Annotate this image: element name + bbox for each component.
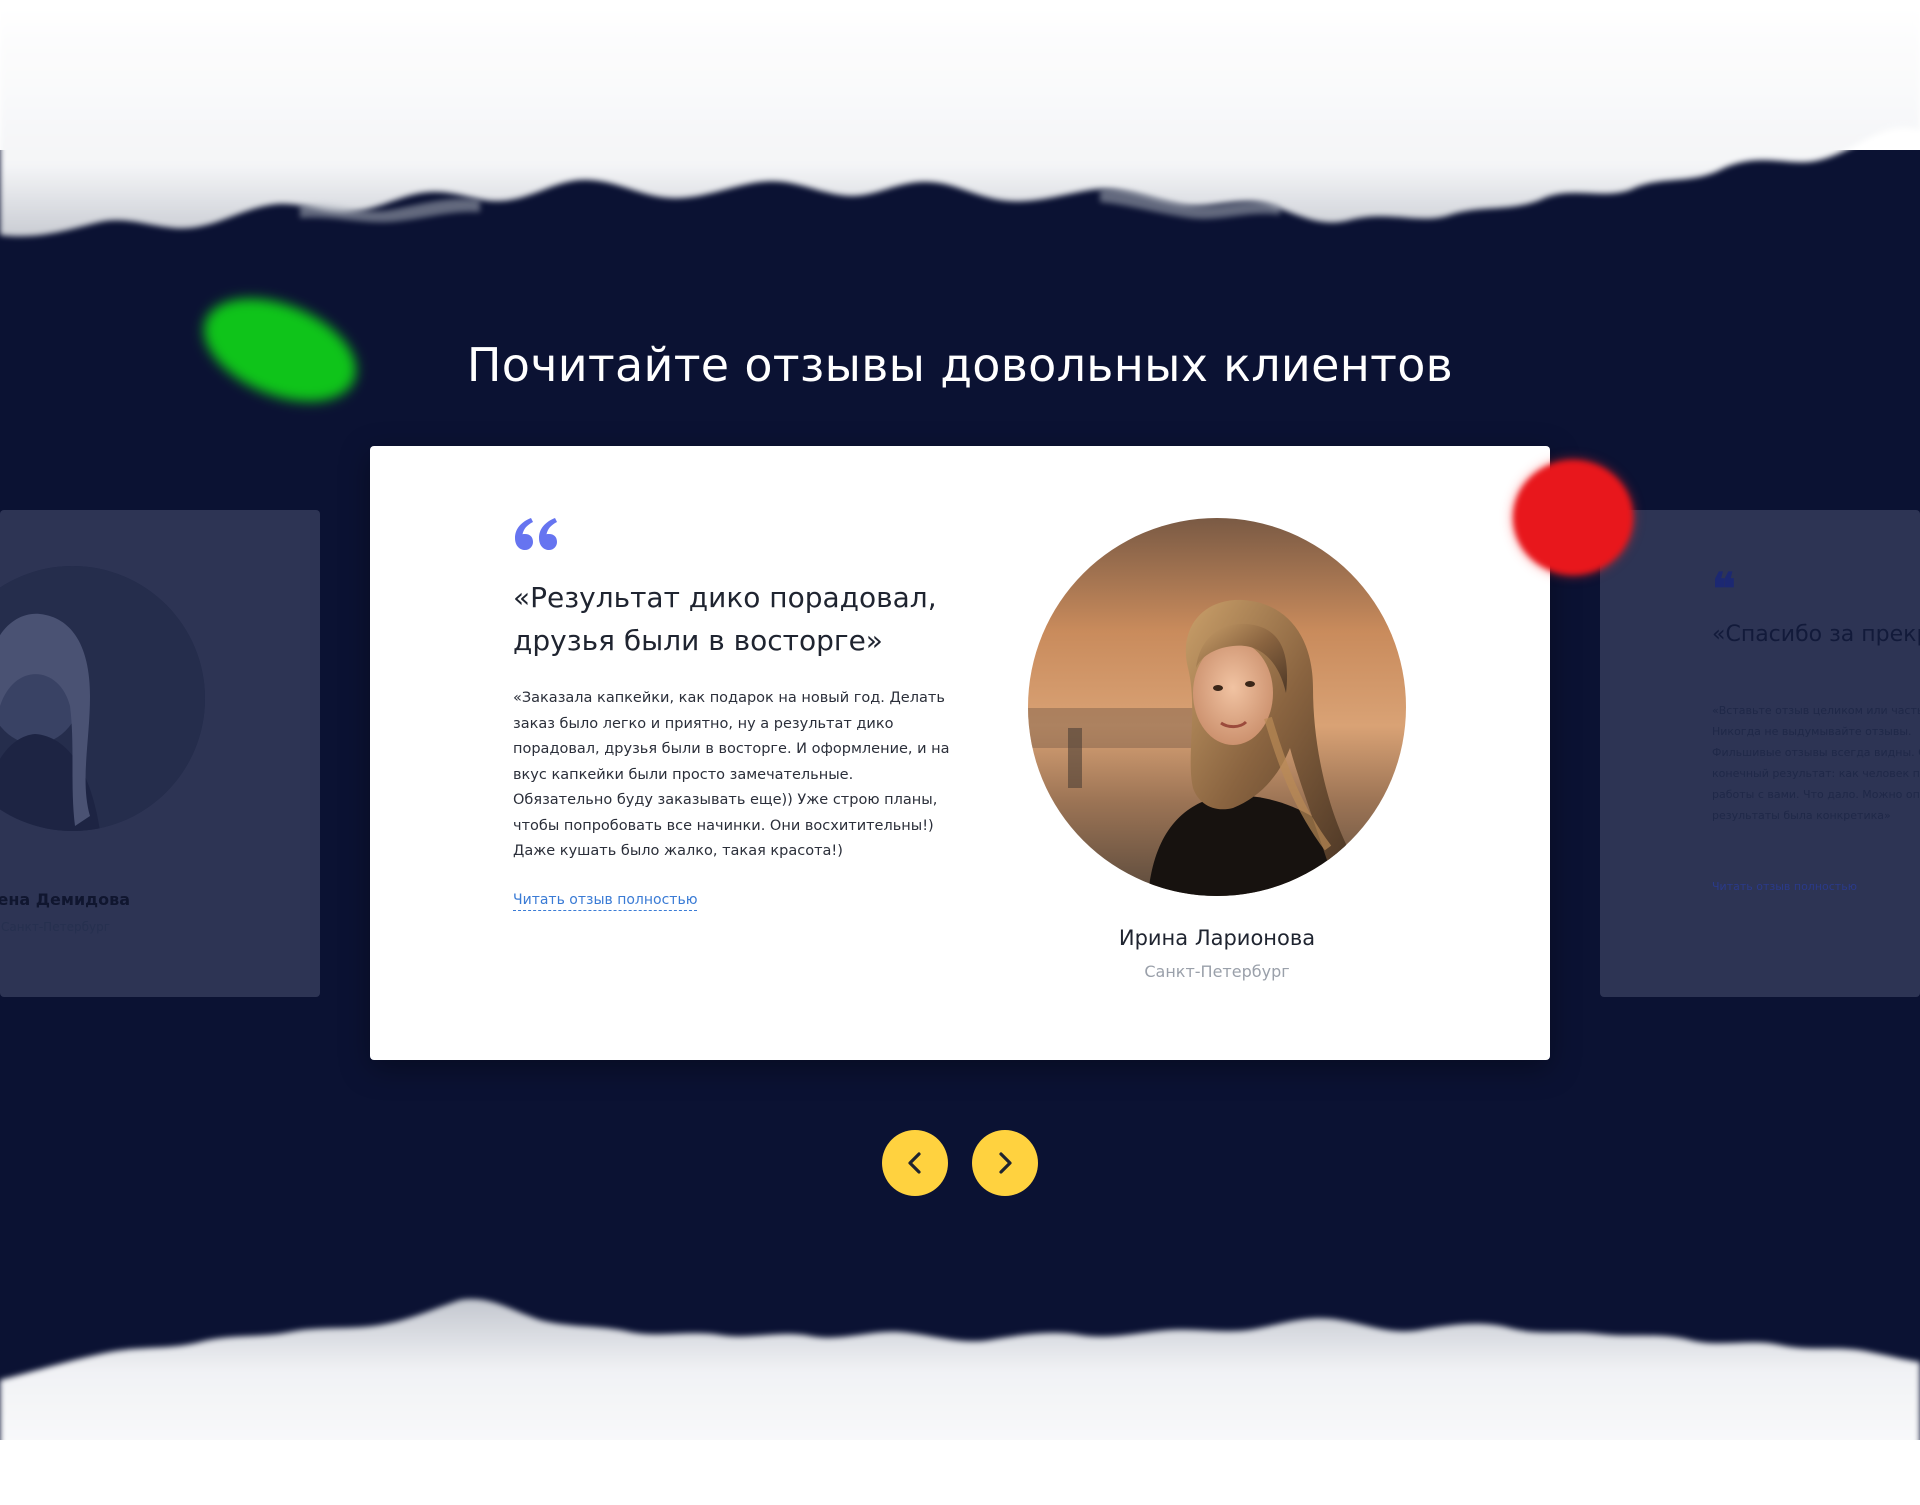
review-text: «Заказала капкейки, как подарок на новый… bbox=[513, 690, 950, 859]
review-heading: «Результат дико порадовал, друзья были в… bbox=[513, 581, 937, 657]
review-card-active: «Результат дико порадовал, друзья были в… bbox=[370, 446, 1550, 1060]
read-more-link-next[interactable]: Читать отзыв полностью bbox=[1712, 880, 1857, 893]
review-heading-next: «Спасибо за прекрасные капкейки, все на bbox=[1712, 622, 1920, 647]
prev-slide-button[interactable] bbox=[882, 1130, 948, 1196]
reviewer-name-previous: Елена Демидова bbox=[0, 890, 130, 909]
cloud-edge-top bbox=[0, 0, 1920, 237]
read-more-link[interactable]: Читать отзыв полностью bbox=[513, 892, 698, 911]
avatar-previous bbox=[0, 566, 205, 831]
quote-icon: ❝ bbox=[1712, 564, 1736, 615]
review-card-next[interactable]: ❝ «Спасибо за прекрасные капкейки, все н… bbox=[1600, 510, 1920, 997]
quote-icon bbox=[515, 518, 557, 550]
cloud-edge-bottom bbox=[0, 1299, 1920, 1505]
section-title: Почитайте отзывы довольных клиентов bbox=[466, 338, 1454, 393]
review-card-previous[interactable]: Елена Демидова Санкт-Петербург bbox=[0, 510, 320, 997]
next-slide-button[interactable] bbox=[972, 1130, 1038, 1196]
chevron-left-icon bbox=[908, 1152, 921, 1174]
reviewer-name: Ирина Ларионова bbox=[1118, 926, 1316, 950]
chevron-right-icon bbox=[999, 1152, 1012, 1174]
review-text-next: «Вставьте отзыв целиком или часть. Никог… bbox=[1712, 704, 1920, 822]
decorative-red-blob bbox=[1513, 460, 1633, 575]
reviewer-avatar bbox=[1028, 518, 1406, 896]
reviewer-city-previous: Санкт-Петербург bbox=[1, 920, 110, 934]
reviewer-city: Санкт-Петербург bbox=[1144, 962, 1290, 981]
